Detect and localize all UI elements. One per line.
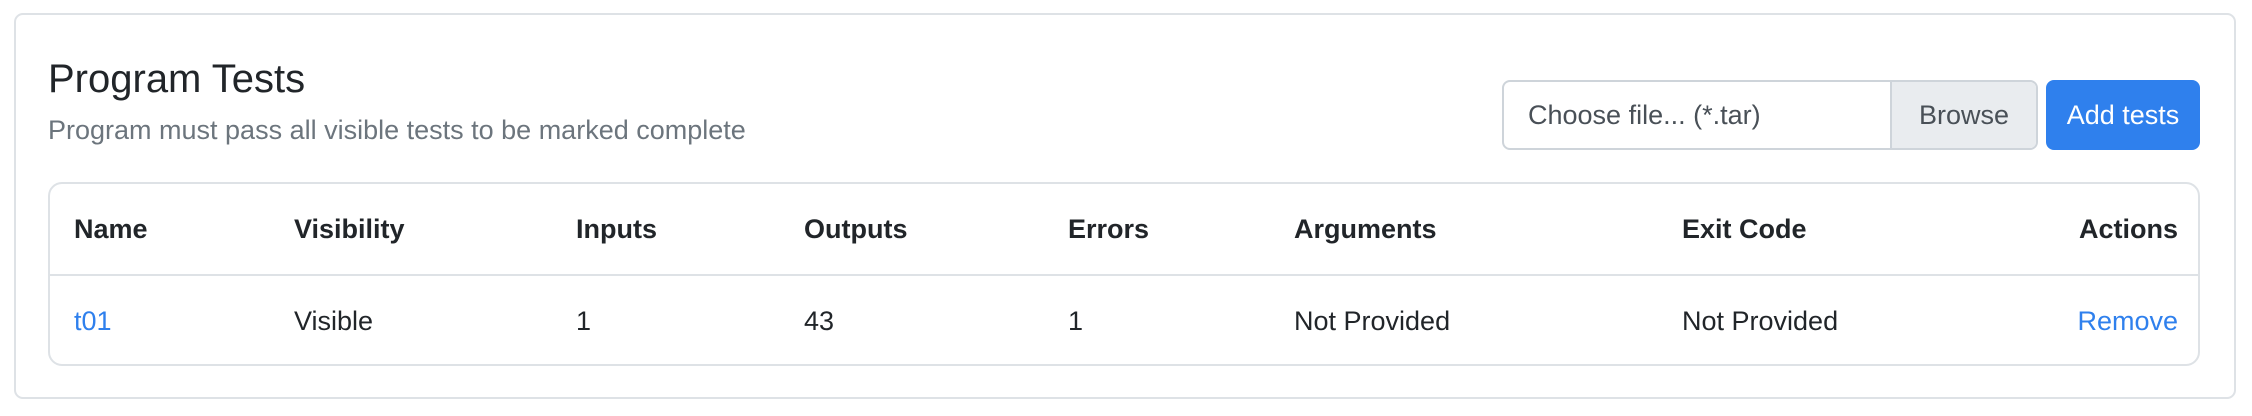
exit-code-cell: Not Provided — [1682, 305, 1839, 336]
table-header-row: Name Visibility Inputs Outputs Errors Ar… — [50, 184, 2198, 276]
visibility-cell: Visible — [294, 305, 374, 336]
inputs-cell: 1 — [576, 305, 592, 336]
column-header-outputs: Outputs — [780, 184, 1044, 276]
errors-cell: 1 — [1068, 305, 1084, 336]
browse-button[interactable]: Browse — [1890, 82, 2036, 148]
add-tests-button[interactable]: Add tests — [2046, 80, 2200, 150]
remove-link[interactable]: Remove — [2077, 306, 2178, 336]
outputs-cell: 43 — [804, 305, 835, 336]
column-header-arguments: Arguments — [1270, 184, 1658, 276]
file-input[interactable]: Choose file... (*.tar) Browse — [1502, 80, 2038, 150]
column-header-name: Name — [50, 184, 270, 276]
column-header-actions: Actions — [1978, 184, 2198, 276]
test-name-link[interactable]: t01 — [74, 306, 112, 336]
file-input-placeholder[interactable]: Choose file... (*.tar) — [1504, 82, 1890, 148]
tests-table-container: Name Visibility Inputs Outputs Errors Ar… — [48, 182, 2200, 366]
test-name-cell: t01 — [50, 275, 270, 364]
column-header-inputs: Inputs — [552, 184, 780, 276]
page-subtitle: Program must pass all visible tests to b… — [48, 115, 746, 145]
page-title: Program Tests — [48, 57, 306, 101]
actions-cell: Remove — [1978, 275, 2198, 364]
column-header-exit-code: Exit Code — [1658, 184, 1978, 276]
arguments-cell: Not Provided — [1294, 305, 1451, 336]
table-row: t01 Visible 1 43 1 Not Provided Not Prov… — [50, 275, 2198, 364]
column-header-errors: Errors — [1044, 184, 1270, 276]
column-header-visibility: Visibility — [270, 184, 552, 276]
tests-table: Name Visibility Inputs Outputs Errors Ar… — [50, 184, 2198, 364]
